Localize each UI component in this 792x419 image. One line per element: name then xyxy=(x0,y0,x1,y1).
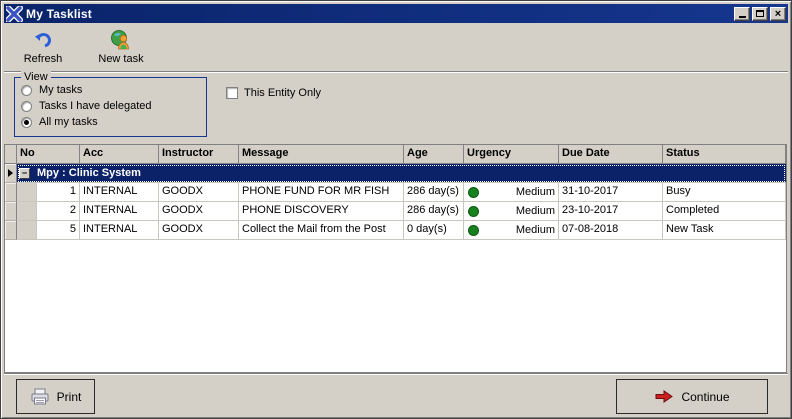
cell-instructor: GOODX xyxy=(159,183,239,202)
column-header-age[interactable]: Age xyxy=(404,145,464,164)
radio-my-tasks[interactable]: My tasks xyxy=(21,82,200,98)
cell-urgency: Medium xyxy=(464,221,559,240)
cell-acc: INTERNAL xyxy=(80,202,159,221)
continue-label: Continue xyxy=(681,389,730,404)
cell-status: Busy xyxy=(663,183,786,202)
cell-no: 2 xyxy=(37,202,80,221)
view-group: View My tasks Tasks I have delegated All… xyxy=(14,71,207,137)
group-indent-cell xyxy=(17,202,37,221)
radio-all-my-tasks[interactable]: All my tasks xyxy=(21,114,200,130)
radio-selected-icon xyxy=(21,116,32,128)
column-header-urgency[interactable]: Urgency xyxy=(464,145,559,164)
cell-urgency: Medium xyxy=(464,183,559,202)
column-header-status[interactable]: Status xyxy=(663,145,786,164)
refresh-label: Refresh xyxy=(23,53,63,65)
urgency-dot-icon xyxy=(468,224,479,236)
minimize-button[interactable] xyxy=(734,6,750,21)
radio-icon xyxy=(21,84,32,96)
task-row-1[interactable]: 1 INTERNAL GOODX PHONE FUND FOR MR FISH … xyxy=(5,183,786,202)
cell-acc: INTERNAL xyxy=(80,183,159,202)
column-header-no[interactable]: No xyxy=(17,145,80,164)
cell-status: Completed xyxy=(663,202,786,221)
cell-age: 286 day(s) xyxy=(404,202,464,221)
urgency-label: Medium xyxy=(515,223,555,236)
cell-age: 286 day(s) xyxy=(404,183,464,202)
row-selector-cell[interactable] xyxy=(5,202,17,221)
window-title: My Tasklist xyxy=(26,6,93,21)
this-entity-only-checkbox[interactable]: This Entity Only xyxy=(226,87,321,99)
continue-button[interactable]: Continue xyxy=(616,379,768,414)
urgency-dot-icon xyxy=(468,205,479,217)
radio-all-my-tasks-label: All my tasks xyxy=(39,116,98,128)
print-button[interactable]: Print xyxy=(16,379,95,414)
task-grid: No Acc Instructor Message Age Urgency Du… xyxy=(4,144,787,373)
cell-due-date: 31-10-2017 xyxy=(559,183,663,202)
close-button[interactable]: × xyxy=(770,6,786,21)
continue-arrow-icon xyxy=(654,390,674,403)
view-band: View My tasks Tasks I have delegated All… xyxy=(4,71,788,143)
this-entity-only-label: This Entity Only xyxy=(244,87,322,99)
checkbox-icon xyxy=(226,87,238,99)
radio-tasks-delegated-label: Tasks I have delegated xyxy=(39,100,152,112)
group-row-label: Mpy : Clinic System xyxy=(37,167,141,179)
cell-due-date: 07-08-2018 xyxy=(559,221,663,240)
group-indent-cell xyxy=(17,183,37,202)
new-task-icon xyxy=(110,29,132,51)
header-selector-stub xyxy=(5,145,17,164)
cell-status: New Task xyxy=(663,221,786,240)
titlebar: My Tasklist × xyxy=(4,4,788,23)
column-header-acc[interactable]: Acc xyxy=(80,145,159,164)
urgency-dot-icon xyxy=(468,186,479,198)
new-task-button[interactable]: New task xyxy=(94,27,148,67)
toolbar: Refresh New task xyxy=(4,23,788,72)
minimize-icon xyxy=(738,11,746,18)
group-band[interactable]: − Mpy : Clinic System xyxy=(17,164,786,183)
print-icon xyxy=(30,388,50,406)
footer: Print Continue xyxy=(4,373,788,417)
cell-age: 0 day(s) xyxy=(404,221,464,240)
row-selector-cell xyxy=(5,164,17,183)
cell-no: 1 xyxy=(37,183,80,202)
grid-header-row: No Acc Instructor Message Age Urgency Du… xyxy=(5,145,786,164)
radio-tasks-delegated[interactable]: Tasks I have delegated xyxy=(21,98,200,114)
cell-message: Collect the Mail from the Post xyxy=(239,221,404,240)
radio-icon xyxy=(21,100,32,112)
my-tasklist-window: My Tasklist × Refresh New task View My t… xyxy=(0,0,792,419)
current-row-arrow-icon xyxy=(8,169,13,177)
collapse-group-icon[interactable]: − xyxy=(19,167,30,179)
cell-due-date: 23-10-2017 xyxy=(559,202,663,221)
cell-message: PHONE DISCOVERY xyxy=(239,202,404,221)
app-logo-icon xyxy=(6,5,23,22)
maximize-button[interactable] xyxy=(752,6,768,21)
group-row-clinic-system[interactable]: − Mpy : Clinic System xyxy=(5,164,786,183)
cell-acc: INTERNAL xyxy=(80,221,159,240)
column-header-message[interactable]: Message xyxy=(239,145,404,164)
cell-message: PHONE FUND FOR MR FISH xyxy=(239,183,404,202)
new-task-label: New task xyxy=(98,53,144,65)
print-label: Print xyxy=(56,389,82,404)
refresh-button[interactable]: Refresh xyxy=(16,27,70,67)
task-row-3[interactable]: 5 INTERNAL GOODX Collect the Mail from t… xyxy=(5,221,786,240)
view-group-legend: View xyxy=(21,71,51,83)
cell-no: 5 xyxy=(37,221,80,240)
cell-urgency: Medium xyxy=(464,202,559,221)
radio-my-tasks-label: My tasks xyxy=(39,84,83,96)
task-row-2[interactable]: 2 INTERNAL GOODX PHONE DISCOVERY 286 day… xyxy=(5,202,786,221)
refresh-icon xyxy=(32,29,54,51)
row-selector-cell[interactable] xyxy=(5,183,17,202)
maximize-icon xyxy=(756,10,764,17)
cell-instructor: GOODX xyxy=(159,221,239,240)
close-icon: × xyxy=(774,7,782,20)
group-indent-cell xyxy=(17,221,37,240)
urgency-label: Medium xyxy=(515,185,555,198)
row-selector-cell[interactable] xyxy=(5,221,17,240)
urgency-label: Medium xyxy=(515,204,555,217)
cell-instructor: GOODX xyxy=(159,202,239,221)
column-header-instructor[interactable]: Instructor xyxy=(159,145,239,164)
column-header-due-date[interactable]: Due Date xyxy=(559,145,663,164)
